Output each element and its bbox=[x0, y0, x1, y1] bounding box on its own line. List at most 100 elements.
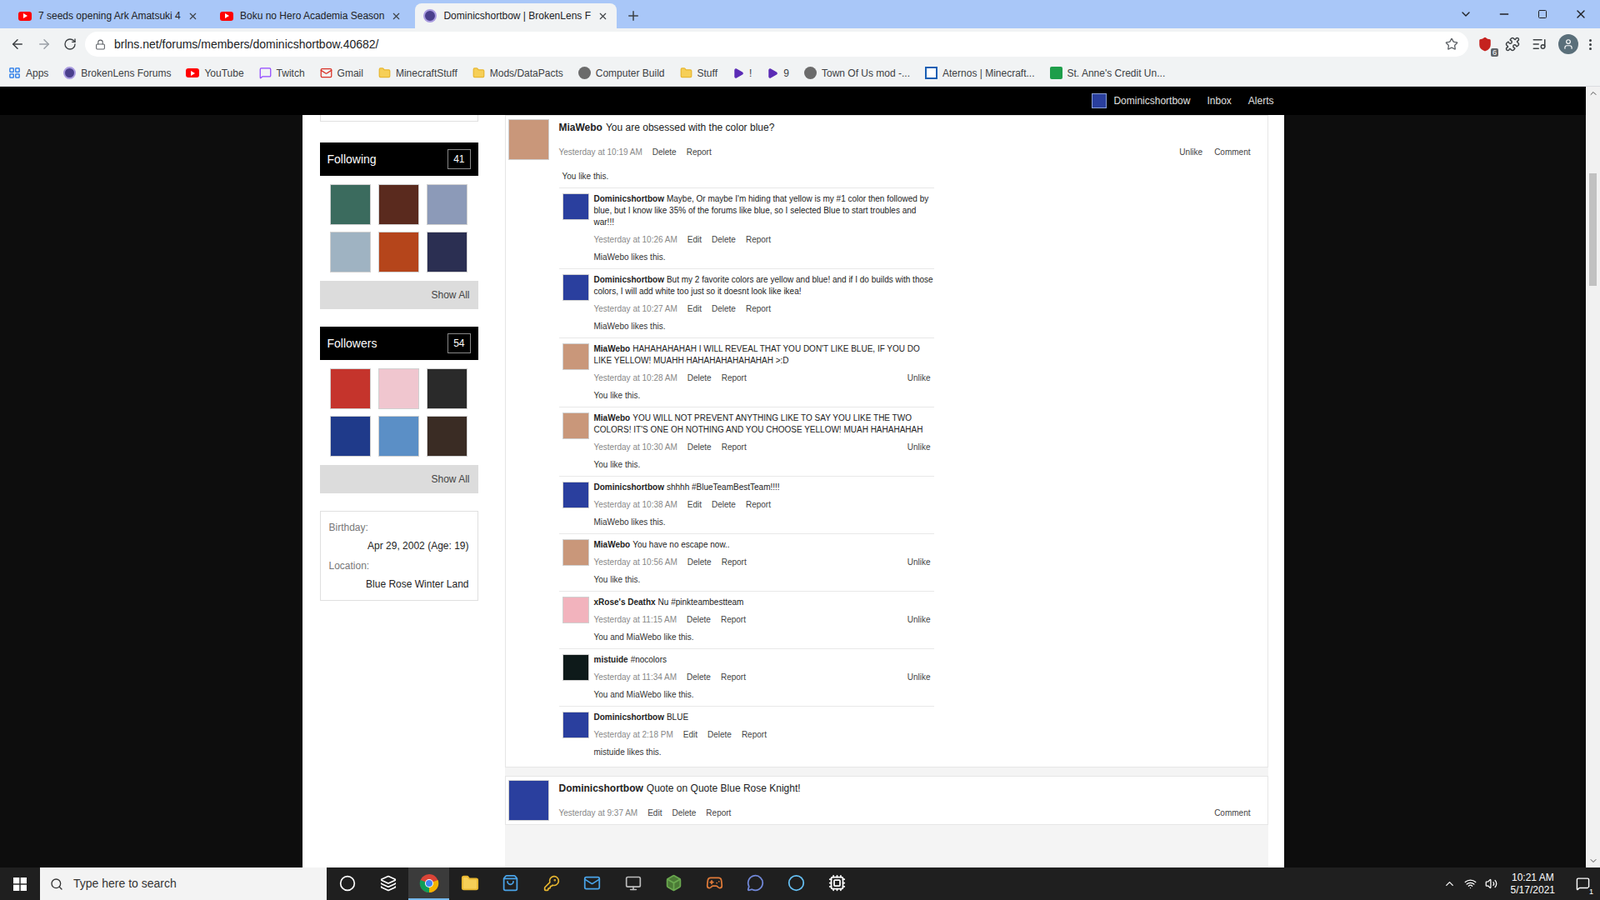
extensions-icon[interactable] bbox=[1505, 36, 1520, 52]
close-icon[interactable] bbox=[187, 10, 199, 22]
taskbar-app[interactable] bbox=[367, 867, 409, 900]
comment-author[interactable]: Dominicshortbow bbox=[594, 275, 665, 285]
forward-icon[interactable] bbox=[36, 36, 52, 52]
scroll-up-icon[interactable] bbox=[1588, 88, 1599, 99]
avatar[interactable] bbox=[330, 368, 371, 410]
unlike-button[interactable]: Unlike bbox=[907, 440, 935, 454]
avatar[interactable] bbox=[330, 231, 371, 273]
new-tab-button[interactable] bbox=[621, 3, 645, 29]
comment-action[interactable]: Delete bbox=[711, 233, 736, 246]
comment-action[interactable]: Report bbox=[721, 440, 747, 454]
comment-action[interactable]: Delete bbox=[686, 613, 711, 626]
avatar[interactable] bbox=[330, 184, 371, 225]
comment-action[interactable]: Report bbox=[745, 302, 771, 315]
taskbar-app[interactable] bbox=[816, 867, 858, 900]
avatar[interactable] bbox=[562, 654, 590, 681]
browser-tab[interactable]: Boku no Hero Academia Season bbox=[211, 3, 410, 29]
comment-author[interactable]: Dominicshortbow bbox=[594, 194, 665, 204]
start-button[interactable] bbox=[0, 867, 40, 900]
bookmark-star-icon[interactable] bbox=[1445, 37, 1459, 51]
show-all-button[interactable]: Show All bbox=[320, 465, 479, 494]
comment-action[interactable]: Delete bbox=[711, 302, 736, 315]
comment-action[interactable]: Delete bbox=[687, 440, 712, 454]
bookmark[interactable]: 9 bbox=[766, 65, 790, 81]
comment-action[interactable]: Report bbox=[721, 371, 747, 385]
bookmark[interactable]: Computer Build bbox=[578, 65, 665, 81]
bookmark[interactable]: St. Anne's Credit Un... bbox=[1050, 65, 1166, 81]
reload-icon[interactable] bbox=[63, 37, 77, 51]
bookmark[interactable]: MinecraftStuff bbox=[378, 65, 458, 81]
avatar[interactable] bbox=[426, 415, 468, 457]
bookmark[interactable]: Apps bbox=[8, 65, 49, 81]
avatar[interactable] bbox=[426, 184, 468, 225]
action-center[interactable]: 1 bbox=[1568, 867, 1597, 900]
post-action[interactable]: Delete bbox=[652, 145, 677, 159]
comment-author[interactable]: MiaWebo bbox=[594, 413, 631, 423]
post-action[interactable]: Delete bbox=[671, 806, 696, 820]
nav-user[interactable]: Dominicshortbow bbox=[1091, 93, 1190, 109]
unlike-button[interactable]: Unlike bbox=[907, 371, 935, 385]
post-action[interactable]: Edit bbox=[647, 806, 662, 820]
avatar[interactable] bbox=[562, 274, 590, 301]
comment-author[interactable]: mistuide bbox=[594, 655, 629, 665]
avatar[interactable] bbox=[562, 412, 590, 440]
avatar[interactable] bbox=[508, 780, 550, 821]
profile-avatar[interactable] bbox=[1558, 34, 1579, 55]
comment-action[interactable]: Edit bbox=[687, 233, 702, 246]
unlike-button[interactable]: Unlike bbox=[907, 555, 935, 569]
comment-action[interactable]: Delete bbox=[687, 555, 712, 569]
close-window-icon[interactable] bbox=[1574, 7, 1588, 21]
taskbar-app[interactable] bbox=[694, 867, 735, 900]
bookmark[interactable]: Mods/DataPacts bbox=[472, 65, 564, 81]
comment-action[interactable]: Delete bbox=[687, 371, 712, 385]
comment-action[interactable]: Report bbox=[720, 613, 746, 626]
avatar[interactable] bbox=[378, 368, 420, 410]
comment-action[interactable]: Report bbox=[745, 233, 771, 246]
scroll-thumb[interactable] bbox=[1589, 173, 1597, 286]
unlike-button[interactable]: Unlike bbox=[907, 613, 935, 626]
back-icon[interactable] bbox=[10, 36, 25, 52]
comment-action[interactable]: Delete bbox=[686, 670, 711, 684]
avatar[interactable] bbox=[378, 231, 420, 273]
taskbar-app[interactable] bbox=[490, 867, 531, 900]
address-bar[interactable]: brlns.net/forums/members/dominicshortbow… bbox=[85, 31, 1469, 57]
taskbar-app[interactable] bbox=[408, 867, 450, 900]
comment-author[interactable]: MiaWebo bbox=[594, 540, 631, 550]
post-action[interactable]: Comment bbox=[1214, 145, 1250, 159]
taskbar-app[interactable] bbox=[449, 867, 490, 900]
post-author[interactable]: MiaWebo bbox=[559, 121, 603, 134]
taskbar-app[interactable] bbox=[530, 867, 572, 900]
taskbar-app[interactable] bbox=[653, 867, 695, 900]
media-icon[interactable] bbox=[1531, 36, 1547, 52]
avatar[interactable] bbox=[330, 415, 371, 457]
comment-action[interactable]: Edit bbox=[687, 302, 702, 315]
avatar[interactable] bbox=[562, 343, 590, 370]
volume-icon[interactable] bbox=[1485, 877, 1498, 890]
bookmark[interactable]: Stuff bbox=[680, 65, 718, 81]
tray-overflow-icon[interactable] bbox=[1443, 877, 1456, 890]
comment-author[interactable]: Dominicshortbow bbox=[594, 712, 665, 722]
avatar[interactable] bbox=[562, 481, 590, 509]
avatar[interactable] bbox=[562, 193, 590, 220]
avatar[interactable] bbox=[426, 231, 468, 273]
comment-action[interactable]: Edit bbox=[687, 498, 702, 511]
bookmark[interactable]: Gmail bbox=[320, 65, 364, 81]
bookmark[interactable]: ! bbox=[732, 65, 752, 81]
close-icon[interactable] bbox=[597, 10, 609, 22]
show-all-button[interactable]: Show All bbox=[320, 280, 479, 310]
bookmark[interactable]: BrokenLens Forums bbox=[63, 65, 171, 81]
minimize-icon[interactable] bbox=[1497, 7, 1511, 21]
nav-link[interactable]: Alerts bbox=[1248, 93, 1275, 109]
restore-icon[interactable] bbox=[1537, 9, 1548, 20]
bookmark[interactable]: Twitch bbox=[259, 65, 305, 81]
avatar[interactable] bbox=[562, 711, 590, 739]
comment-action[interactable]: Report bbox=[721, 555, 747, 569]
bookmark[interactable]: Town Of Us mod -... bbox=[804, 65, 910, 81]
comment-author[interactable]: xRose's Deathx bbox=[594, 597, 656, 607]
comment-action[interactable]: Edit bbox=[683, 728, 698, 741]
avatar[interactable] bbox=[378, 184, 420, 225]
close-icon[interactable] bbox=[390, 10, 402, 22]
taskbar-app[interactable] bbox=[612, 867, 654, 900]
comment-action[interactable]: Report bbox=[720, 670, 746, 684]
comment-action[interactable]: Delete bbox=[707, 728, 732, 741]
